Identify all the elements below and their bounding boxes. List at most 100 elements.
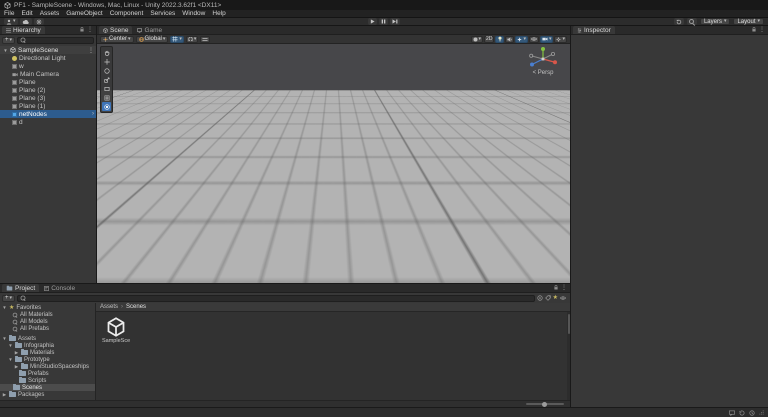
tab-project[interactable]: Project — [2, 284, 39, 292]
resize-grip-icon[interactable] — [759, 410, 764, 415]
kebab-menu-icon[interactable]: ⋮ — [88, 46, 94, 54]
view-hand-tool-button[interactable] — [102, 48, 111, 57]
gizmos-dropdown[interactable]: ▾ — [554, 36, 567, 43]
scale-tool-button[interactable] — [102, 75, 111, 84]
prefab-open-arrow-icon[interactable]: › — [92, 110, 94, 118]
breadcrumb-current[interactable]: Scenes — [126, 304, 146, 310]
asset-item[interactable]: SampleSce... — [102, 317, 130, 344]
lock-icon[interactable] — [752, 27, 756, 32]
layers-dropdown[interactable]: Layers ▾ — [700, 18, 731, 25]
tab-console[interactable]: Console — [40, 284, 79, 292]
lock-icon[interactable] — [80, 27, 84, 32]
expander-icon[interactable]: ▶ — [14, 350, 19, 356]
play-button[interactable] — [368, 18, 377, 25]
tab-game[interactable]: Game — [133, 26, 166, 34]
tree-row[interactable]: ▶ Packages — [0, 391, 95, 398]
activity-indicator-icon[interactable] — [749, 410, 755, 416]
project-search-input[interactable] — [17, 295, 535, 302]
custom-tool-button[interactable] — [102, 102, 111, 111]
menu-file[interactable]: File — [4, 10, 14, 17]
expander-icon[interactable]: ▼ — [3, 48, 8, 53]
tree-row[interactable]: ▼ Infographia — [0, 342, 95, 349]
scene-visibility-toggle[interactable] — [529, 36, 539, 43]
expander-icon[interactable]: ▼ — [8, 343, 13, 348]
hierarchy-item[interactable]: Main Camera — [0, 70, 96, 78]
menu-gameobject[interactable]: GameObject — [66, 10, 103, 17]
move-tool-button[interactable] — [102, 57, 111, 66]
menu-component[interactable]: Component — [110, 10, 144, 17]
lock-icon[interactable] — [554, 285, 558, 290]
tree-row[interactable]: All Prefabs — [0, 325, 95, 332]
content-scrollbar[interactable] — [567, 312, 570, 400]
slider-knob[interactable] — [542, 402, 547, 407]
effects-dropdown[interactable]: ▾ — [515, 36, 528, 43]
tab-hierarchy[interactable]: Hierarchy — [2, 26, 45, 34]
account-button[interactable]: ▾ — [4, 18, 18, 25]
2d-toggle[interactable]: 2D — [484, 36, 494, 43]
expander-icon[interactable]: ▼ — [8, 357, 13, 362]
hierarchy-item[interactable]: w — [0, 62, 96, 70]
menu-edit[interactable]: Edit — [21, 10, 32, 17]
rect-tool-button[interactable] — [102, 84, 111, 93]
camera-settings-dropdown[interactable]: ▾ — [540, 36, 554, 43]
spaceship-dark[interactable] — [215, 258, 231, 268]
tree-row[interactable]: All Models — [0, 318, 95, 325]
search-by-type-icon[interactable] — [537, 295, 543, 301]
tab-scene[interactable]: Scene — [99, 26, 132, 34]
thumbnail-zoom-slider[interactable] — [526, 403, 564, 405]
sync-status-icon[interactable] — [739, 410, 745, 416]
breadcrumb-root[interactable]: Assets — [100, 304, 118, 310]
tool-handle-pivot-dropdown[interactable]: Center ▾ — [100, 36, 134, 43]
menu-window[interactable]: Window — [182, 10, 205, 17]
expander-icon[interactable]: ▶ — [14, 364, 19, 370]
kebab-menu-icon[interactable]: ⋮ — [759, 26, 765, 33]
snap-settings-button[interactable] — [200, 36, 210, 43]
hierarchy-item[interactable]: d — [0, 118, 96, 126]
rotate-tool-button[interactable] — [102, 66, 111, 75]
pause-button[interactable] — [379, 18, 388, 25]
scene-viewport[interactable]: < Persp — [97, 44, 570, 283]
save-search-icon[interactable]: ★ — [553, 295, 558, 301]
menu-services[interactable]: Services — [150, 10, 175, 17]
small-scene-dot[interactable] — [399, 209, 401, 211]
step-button[interactable] — [390, 18, 400, 25]
tree-row[interactable]: ▼ Prototype — [0, 356, 95, 363]
layout-dropdown[interactable]: Layout ▾ — [733, 18, 764, 25]
tree-row[interactable]: ▶ Materials — [0, 349, 95, 356]
tree-row-selected[interactable]: Scenes — [0, 384, 95, 391]
orientation-gizmo[interactable]: < Persp — [524, 46, 562, 76]
light-gizmo-sphere[interactable] — [408, 150, 413, 155]
hidden-packages-icon[interactable] — [560, 296, 566, 300]
spaceship-selected[interactable] — [335, 136, 359, 150]
undo-history-button[interactable] — [674, 18, 684, 25]
hierarchy-item[interactable]: Plane (1) — [0, 102, 96, 110]
hierarchy-search-input[interactable] — [17, 37, 94, 44]
transform-tool-button[interactable] — [102, 93, 111, 102]
audio-toggle[interactable] — [505, 36, 514, 43]
expander-icon[interactable]: ▶ — [2, 392, 7, 398]
menu-help[interactable]: Help — [212, 10, 225, 17]
tab-inspector[interactable]: Inspector — [573, 26, 615, 34]
grid-snapping-toggle[interactable]: ▾ — [170, 36, 184, 43]
tree-row[interactable]: ▼ Assets — [0, 335, 95, 342]
tree-row[interactable]: ▼ ★ Favorites — [0, 304, 95, 311]
kebab-menu-icon[interactable]: ⋮ — [87, 26, 93, 33]
create-asset-button[interactable]: + ▾ — [2, 295, 15, 302]
tree-row[interactable]: All Materials — [0, 311, 95, 318]
draw-mode-dropdown[interactable]: ▾ — [471, 36, 484, 43]
snap-increment-dropdown[interactable]: ▾ — [186, 36, 199, 43]
cloud-button[interactable] — [20, 18, 32, 25]
settings-button[interactable] — [34, 18, 44, 25]
tree-row[interactable]: Prefabs — [0, 370, 95, 377]
expander-icon[interactable]: ▼ — [2, 336, 7, 341]
tool-handle-rotation-dropdown[interactable]: Global ▾ — [136, 36, 169, 43]
tree-row[interactable]: Scripts — [0, 377, 95, 384]
search-by-label-icon[interactable] — [545, 295, 551, 301]
hierarchy-item[interactable]: Directional Light — [0, 54, 96, 62]
hierarchy-item-selected[interactable]: netNodes › — [0, 110, 96, 118]
gizmo-projection-label[interactable]: < Persp — [524, 70, 562, 76]
expander-icon[interactable]: ▼ — [2, 305, 7, 310]
console-message-icon[interactable] — [729, 410, 735, 416]
lighting-toggle[interactable] — [495, 36, 504, 43]
menu-assets[interactable]: Assets — [40, 10, 60, 17]
